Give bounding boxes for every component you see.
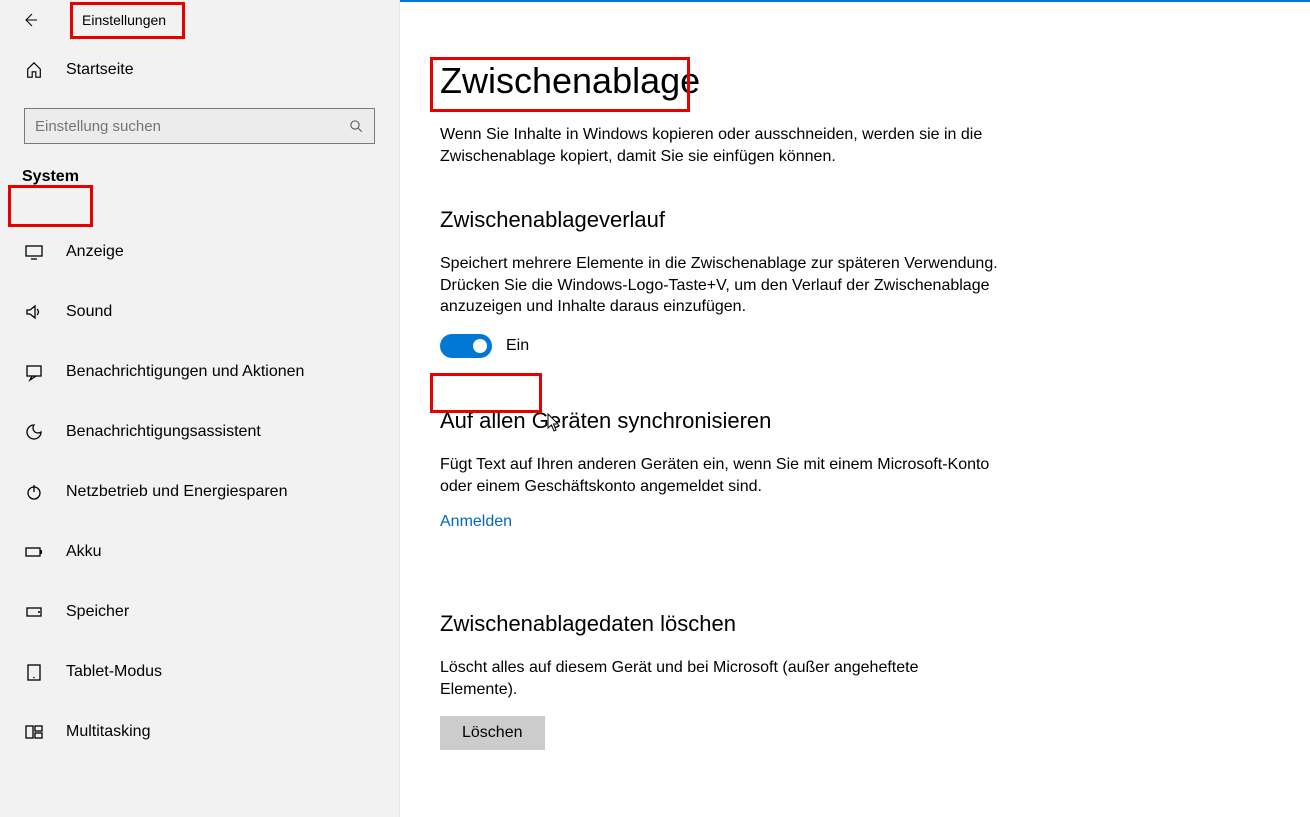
sidebar-home-label: Startseite — [66, 61, 134, 79]
sidebar-item-storage[interactable]: Speicher — [0, 582, 399, 642]
sidebar-item-anzeige[interactable]: Anzeige — [0, 222, 399, 282]
home-icon — [24, 60, 44, 80]
sidebar-item-benachrichtigungen[interactable]: Benachrichtigungen und Aktionen — [0, 342, 399, 402]
sidebar: Einstellungen Startseite System ︿ Anzeig… — [0, 0, 400, 817]
sidebar-item-sound[interactable]: Sound — [0, 282, 399, 342]
sidebar-item-tablet[interactable]: Tablet-Modus — [0, 642, 399, 702]
page-title: Zwischenablage — [440, 60, 1270, 102]
toggle-knob — [473, 339, 487, 353]
section-description: Speichert mehrere Elemente in die Zwisch… — [440, 253, 1000, 318]
toggle-state-label: Ein — [506, 337, 529, 355]
section-description: Fügt Text auf Ihren anderen Geräten ein,… — [440, 454, 1000, 497]
section-clipboard-history: Zwischenablageverlauf Speichert mehrere … — [440, 207, 1270, 358]
clear-button[interactable]: Löschen — [440, 716, 545, 750]
sidebar-item-label: Netzbetrieb und Energiesparen — [66, 483, 287, 501]
search-box[interactable] — [24, 108, 375, 144]
sidebar-item-label: Sound — [66, 303, 112, 321]
section-description: Löscht alles auf diesem Gerät und bei Mi… — [440, 657, 1000, 700]
sidebar-home-item[interactable]: Startseite — [0, 48, 399, 92]
tablet-icon — [24, 662, 44, 682]
section-heading: Auf allen Geräten synchronisieren — [440, 408, 1270, 434]
app-title: Einstellungen — [82, 12, 166, 28]
sidebar-category-label: System — [0, 162, 399, 192]
focus-assist-icon — [24, 422, 44, 442]
section-heading: Zwischenablagedaten löschen — [440, 611, 1270, 637]
sidebar-item-power[interactable]: Netzbetrieb und Energiesparen — [0, 462, 399, 522]
sound-icon — [24, 302, 44, 322]
battery-icon — [24, 542, 44, 562]
power-icon — [24, 482, 44, 502]
notifications-icon — [24, 362, 44, 382]
sign-in-link[interactable]: Anmelden — [440, 513, 512, 531]
main-content: Zwischenablage Wenn Sie Inhalte in Windo… — [400, 0, 1310, 817]
sidebar-item-battery[interactable]: Akku — [0, 522, 399, 582]
sidebar-nav-list: Anzeige Sound Benachrichtigungen und Akt… — [0, 222, 399, 762]
sidebar-item-focus-assist[interactable]: Benachrichtigungsassistent — [0, 402, 399, 462]
sidebar-item-label: Akku — [66, 543, 102, 561]
page-intro-text: Wenn Sie Inhalte in Windows kopieren ode… — [440, 124, 1000, 167]
sidebar-item-multitasking[interactable]: Multitasking — [0, 702, 399, 762]
sidebar-item-label: Benachrichtigungen und Aktionen — [66, 363, 304, 381]
search-icon — [349, 119, 364, 134]
multitasking-icon — [24, 722, 44, 742]
back-button[interactable] — [22, 12, 38, 28]
titlebar: Einstellungen — [0, 12, 399, 48]
sidebar-item-label: Benachrichtigungsassistent — [66, 423, 261, 441]
sidebar-item-label: Anzeige — [66, 243, 124, 261]
toggle-row: Ein — [440, 334, 1270, 358]
section-clear-clipboard: Zwischenablagedaten löschen Löscht alles… — [440, 611, 1270, 750]
search-input[interactable] — [35, 118, 331, 135]
display-icon — [24, 242, 44, 262]
clipboard-history-toggle[interactable] — [440, 334, 492, 358]
section-sync-devices: Auf allen Geräten synchronisieren Fügt T… — [440, 408, 1270, 571]
section-heading: Zwischenablageverlauf — [440, 207, 1270, 233]
sidebar-item-label: Multitasking — [66, 723, 150, 741]
storage-icon — [24, 602, 44, 622]
sidebar-item-label: Tablet-Modus — [66, 663, 162, 681]
sidebar-item-label: Speicher — [66, 603, 129, 621]
